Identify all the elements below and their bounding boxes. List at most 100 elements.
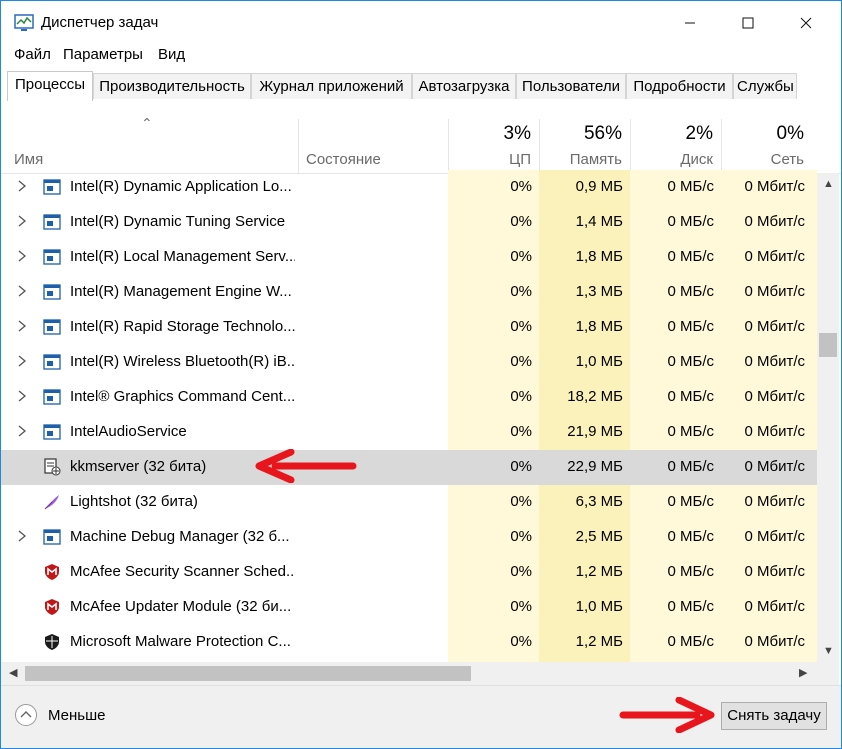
defender-shield-icon <box>43 633 61 651</box>
column-disk[interactable]: Диск <box>631 151 713 168</box>
service-window-icon <box>43 178 61 196</box>
horizontal-scrollbar[interactable]: ◀ ▶ <box>1 662 817 685</box>
process-network: 0 Мбит/с <box>744 633 805 650</box>
process-cpu: 0% <box>510 493 532 510</box>
process-cpu: 0% <box>510 563 532 580</box>
task-manager-app-icon <box>14 14 34 31</box>
scroll-down-icon[interactable]: ▼ <box>823 645 834 657</box>
process-row[interactable]: Intel(R) Rapid Storage Technolo... 0% 1,8 … <box>1 310 817 345</box>
process-network: 0 Мбит/с <box>744 248 805 265</box>
process-memory: 2,5 МБ <box>575 528 623 545</box>
column-status[interactable]: Состояние <box>306 151 381 168</box>
task-manager-window: Диспетчер задач Файл Параметры Вид Проце… <box>0 0 842 749</box>
column-name[interactable]: Имя <box>14 151 43 168</box>
tab-performance[interactable]: Производительность <box>93 73 251 99</box>
scroll-left-icon[interactable]: ◀ <box>9 666 17 679</box>
kkm-document-icon <box>43 458 61 476</box>
process-cpu: 0% <box>510 178 532 195</box>
process-row[interactable]: Intel(R) Dynamic Application Lo... 0% 0,9 … <box>1 170 817 205</box>
column-memory[interactable]: Память <box>540 151 622 168</box>
process-memory: 22,9 МБ <box>567 458 623 475</box>
title-bar[interactable]: Диспетчер задач <box>1 1 841 45</box>
process-disk: 0 МБ/с <box>667 563 714 580</box>
process-memory: 6,3 МБ <box>575 493 623 510</box>
column-divider[interactable] <box>298 119 299 173</box>
chevron-right-icon[interactable] <box>15 424 29 438</box>
process-name: McAfee Security Scanner Sched... <box>70 563 295 580</box>
fewer-details-link[interactable]: Меньше <box>48 707 105 724</box>
end-task-button[interactable]: Снять задачу <box>721 702 827 730</box>
process-row[interactable]: Intel® Graphics Command Cent... 0% 18,2 МБ… <box>1 380 817 415</box>
process-network: 0 Мбит/с <box>744 458 805 475</box>
tab-processes[interactable]: Процессы <box>7 71 93 102</box>
process-name: Intel(R) Dynamic Tuning Service <box>70 213 286 230</box>
red-arrow-annotation-icon <box>255 449 357 483</box>
process-disk: 0 МБ/с <box>667 283 714 300</box>
tab-strip: Процессы Производительность Журнал прило… <box>1 71 841 102</box>
process-memory: 1,2 МБ <box>575 563 623 580</box>
process-name: Intel® Graphics Command Cent... <box>70 388 295 405</box>
process-network: 0 Мбит/с <box>744 318 805 335</box>
process-network: 0 Мбит/с <box>744 213 805 230</box>
tab-services[interactable]: Службы <box>733 73 797 99</box>
column-network[interactable]: Сеть <box>722 151 804 168</box>
process-memory: 18,2 МБ <box>567 388 623 405</box>
process-memory: 21,9 МБ <box>567 423 623 440</box>
chevron-right-icon[interactable] <box>15 389 29 403</box>
chevron-right-icon[interactable] <box>15 354 29 368</box>
process-network: 0 Мбит/с <box>744 528 805 545</box>
process-memory: 1,4 МБ <box>575 213 623 230</box>
vertical-scrollbar[interactable]: ▲ ▼ <box>817 173 839 662</box>
process-disk: 0 МБ/с <box>667 493 714 510</box>
process-network: 0 Мбит/с <box>744 178 805 195</box>
process-row[interactable]: Intel(R) Dynamic Tuning Service 0% 1,4 МБ 0… <box>1 205 817 240</box>
chevron-right-icon[interactable] <box>15 284 29 298</box>
scroll-up-icon[interactable]: ▲ <box>823 178 834 190</box>
process-row[interactable]: Intel(R) Management Engine W... 0% 1,3 МБ 0… <box>1 275 817 310</box>
chevron-right-icon[interactable] <box>15 529 29 543</box>
process-row[interactable]: Intel(R) Local Management Serv... 0% 1,8 М… <box>1 240 817 275</box>
menu-file[interactable]: Файл <box>14 46 51 63</box>
chevron-right-icon[interactable] <box>15 249 29 263</box>
scroll-thumb[interactable] <box>819 333 837 357</box>
chevron-right-icon[interactable] <box>15 179 29 193</box>
process-row[interactable]: Lightshot (32 бита) 0% 6,3 МБ 0 МБ/с 0 Мбит/… <box>1 485 817 520</box>
process-row[interactable]: McAfee Security Scanner Sched... 0% 1,2 МБ… <box>1 555 817 590</box>
scroll-right-icon[interactable]: ▶ <box>799 666 807 679</box>
minimize-button[interactable] <box>663 1 717 45</box>
disk-total-percent: 2% <box>685 123 713 144</box>
process-cpu: 0% <box>510 283 532 300</box>
tab-app-history[interactable]: Журнал приложений <box>251 73 412 99</box>
process-memory: 1,3 МБ <box>575 283 623 300</box>
tab-users[interactable]: Пользователи <box>516 73 626 99</box>
process-row[interactable]: IntelAudioService 0% 21,9 МБ 0 МБ/с 0 Мбит/с <box>1 415 817 450</box>
process-memory: 1,8 МБ <box>575 248 623 265</box>
process-cpu: 0% <box>510 598 532 615</box>
process-row[interactable]: Microsoft Malware Protection C... 0% 1,2 М… <box>1 625 817 660</box>
chevron-right-icon[interactable] <box>15 214 29 228</box>
close-button[interactable] <box>779 1 833 45</box>
collapse-details-button[interactable] <box>15 704 37 726</box>
process-memory: 1,2 МБ <box>575 633 623 650</box>
process-row[interactable]: kkmserver (32 бита) 0% 22,9 МБ 0 МБ/с 0 Мбит… <box>1 450 817 485</box>
process-row[interactable]: Intel(R) Wireless Bluetooth(R) iB... 0% 1,… <box>1 345 817 380</box>
tab-details[interactable]: Подробности <box>626 73 733 99</box>
horizontal-scroll-thumb[interactable] <box>25 666 471 681</box>
process-disk: 0 МБ/с <box>667 458 714 475</box>
tab-startup[interactable]: Автозагрузка <box>412 73 516 99</box>
process-network: 0 Мбит/с <box>744 598 805 615</box>
process-row[interactable]: McAfee Updater Module (32 би... 0% 1,0 МБ 0… <box>1 590 817 625</box>
process-cpu: 0% <box>510 458 532 475</box>
menu-options[interactable]: Параметры <box>63 46 143 63</box>
column-cpu[interactable]: ЦП <box>449 151 531 168</box>
process-cpu: 0% <box>510 423 532 440</box>
process-memory: 1,0 МБ <box>575 598 623 615</box>
menu-view[interactable]: Вид <box>158 46 185 63</box>
chevron-right-icon[interactable] <box>15 319 29 333</box>
service-window-icon <box>43 318 61 336</box>
process-name: Lightshot (32 бита) <box>70 493 198 510</box>
maximize-button[interactable] <box>721 1 775 45</box>
process-cpu: 0% <box>510 633 532 650</box>
process-disk: 0 МБ/с <box>667 248 714 265</box>
process-row[interactable]: Machine Debug Manager (32 б... 0% 2,5 МБ 0 … <box>1 520 817 555</box>
